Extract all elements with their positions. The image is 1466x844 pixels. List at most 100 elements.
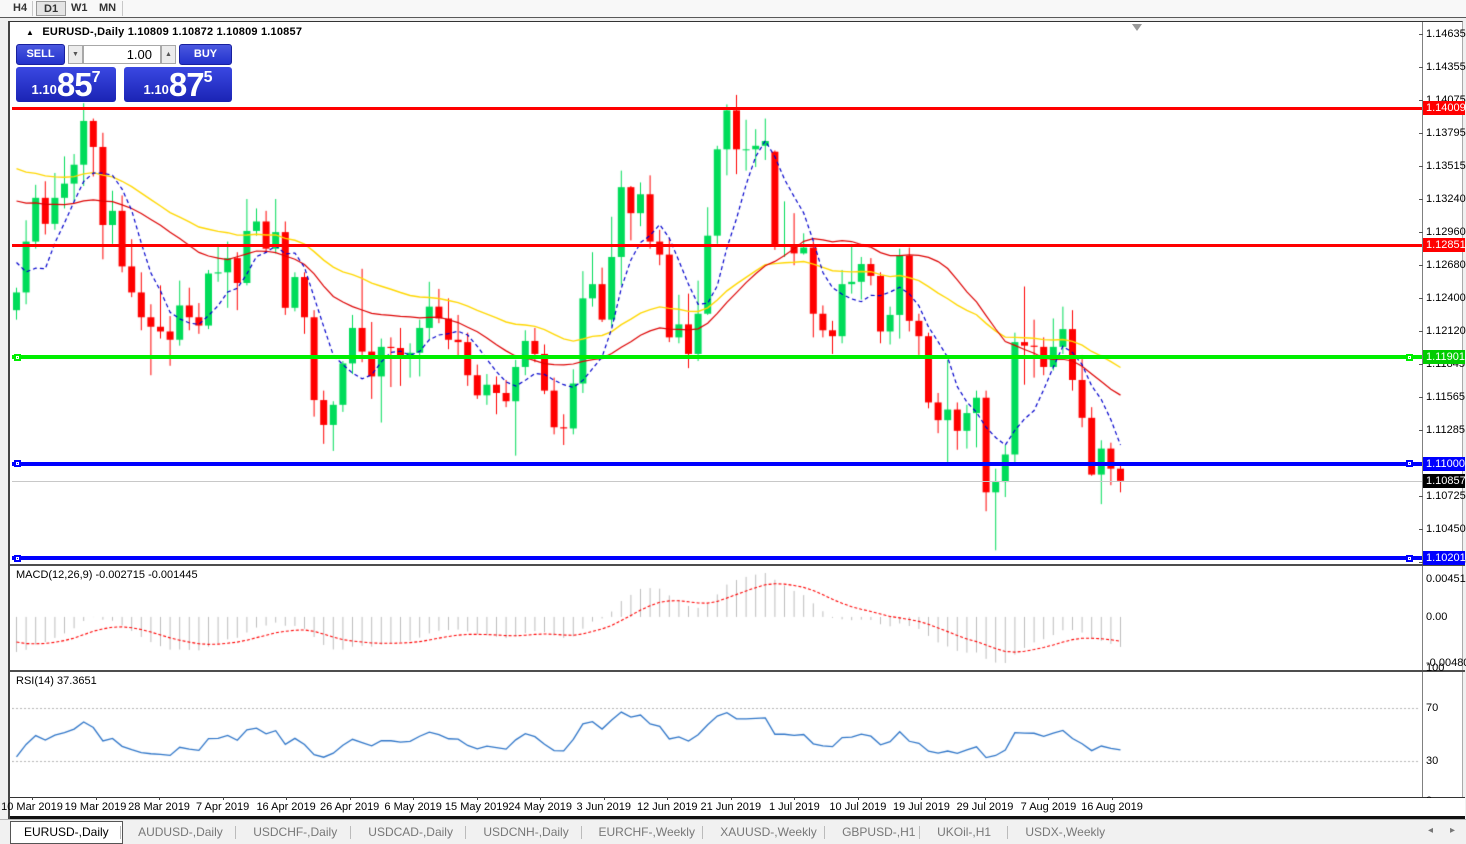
date-axis-label: 7 Apr 2019 xyxy=(195,801,250,813)
price-axis-tick-mark xyxy=(1419,265,1423,267)
price-axis-tick-mark xyxy=(1419,232,1423,234)
date-axis-tick-mark xyxy=(349,797,351,800)
symbol-tab-eurusd-daily[interactable]: EURUSD-,Daily xyxy=(10,821,123,844)
price-axis-tick: 1.13515 xyxy=(1426,160,1466,173)
price-line-tag-1.12851: 1.12851 xyxy=(1423,238,1466,252)
price-axis-tick-mark xyxy=(1419,397,1423,399)
line-handle[interactable] xyxy=(1406,554,1413,562)
rsi-pane-splitter[interactable] xyxy=(10,670,1465,672)
buy-price-big: 87 xyxy=(168,66,205,103)
line-handle[interactable] xyxy=(14,554,21,562)
date-axis-label: 24 May 2019 xyxy=(508,801,573,813)
date-axis-label: 7 Aug 2019 xyxy=(1020,801,1077,813)
date-axis-tick-mark xyxy=(413,797,415,800)
collapse-panel-icon[interactable]: ▲ xyxy=(26,28,34,37)
symbol-tab-eurchf-weekly[interactable]: EURCHF-,Weekly xyxy=(586,822,708,843)
sell-price-prefix: 1.10 xyxy=(31,82,57,97)
tab-separator xyxy=(465,826,467,839)
horizontal-line-1.10201[interactable] xyxy=(12,556,1422,561)
date-axis-label: 29 Jul 2019 xyxy=(956,801,1014,813)
toolbar-separator xyxy=(32,1,33,16)
volume-increase-icon[interactable]: ▲ xyxy=(161,45,176,64)
macd-indicator-label: MACD(12,26,9) -0.002715 -0.001445 xyxy=(16,569,198,581)
date-axis-tick-mark xyxy=(794,797,796,800)
date-axis-tick-mark xyxy=(857,797,859,800)
horizontal-line-1.12851[interactable] xyxy=(12,243,1422,247)
horizontal-line-1.11000[interactable] xyxy=(12,461,1422,466)
price-axis-tick: 1.13240 xyxy=(1426,193,1466,205)
tab-separator xyxy=(120,826,122,839)
date-axis-label: 19 Jul 2019 xyxy=(892,801,950,813)
rsi-axis-tick: 30 xyxy=(1426,755,1439,767)
price-axis-tick: 1.14635 xyxy=(1426,28,1466,40)
symbol-tab-bar: EURUSD-,Daily AUDUSD-,Daily USDCHF-,Daily U… xyxy=(0,819,1466,844)
tab-scroll-left-icon[interactable]: ◂ xyxy=(1428,825,1433,836)
date-axis-label: 16 Aug 2019 xyxy=(1081,801,1143,813)
sell-price-box[interactable]: 1.10 85 7 xyxy=(16,67,116,102)
price-line-tag-1.10201: 1.10201 xyxy=(1423,551,1466,566)
timeframe-button-w1[interactable]: W1 xyxy=(64,1,95,16)
date-axis-tick-mark xyxy=(1048,797,1050,800)
toolbar-separator xyxy=(122,1,123,16)
line-handle[interactable] xyxy=(1406,353,1413,361)
date-axis-tick-mark xyxy=(476,797,478,800)
timeframe-button-mn[interactable]: MN xyxy=(92,1,123,16)
date-axis: 10 Mar 2019 19 Mar 2019 28 Mar 2019 7 Apr 2… xyxy=(1,797,1465,816)
symbol-tab-gbpusd-h1[interactable]: GBPUSD-,H1 xyxy=(829,822,928,843)
symbol-tab-xauusd-weekly[interactable]: XAUUSD-,Weekly xyxy=(707,822,829,843)
volume-input[interactable] xyxy=(83,45,161,64)
trading-terminal: H4 D1 W1 MN ▲ EURUSD-,Daily 1.10809 1.10872… xyxy=(0,0,1466,844)
chart-ohlc-values: 1.10809 1.10872 1.10809 1.10857 xyxy=(127,26,303,38)
date-axis-label: 26 Apr 2019 xyxy=(319,801,380,813)
date-axis-label: 10 Jul 2019 xyxy=(829,801,887,813)
line-handle[interactable] xyxy=(14,353,21,361)
line-handle[interactable] xyxy=(14,460,21,468)
symbol-tab-ukoil-h1[interactable]: UKOil-,H1 xyxy=(924,822,1004,843)
price-axis-tick: 1.12680 xyxy=(1426,259,1466,272)
date-axis-tick-mark xyxy=(222,797,224,800)
date-axis-tick-mark xyxy=(667,797,669,800)
date-axis-label: 3 Jun 2019 xyxy=(576,801,631,813)
symbol-tab-usdchf-daily[interactable]: USDCHF-,Daily xyxy=(240,822,350,843)
date-axis-label: 21 Jun 2019 xyxy=(700,801,762,813)
price-axis-tick: 1.12400 xyxy=(1426,292,1466,305)
line-handle[interactable] xyxy=(1406,460,1413,468)
chart-title: ▲ EURUSD-,Daily 1.10809 1.10872 1.10809 … xyxy=(26,26,302,38)
date-axis-tick-mark xyxy=(159,797,161,800)
macd-pane-splitter[interactable] xyxy=(10,564,1465,566)
horizontal-line-1.11901[interactable] xyxy=(12,355,1422,360)
date-axis-label: 19 Mar 2019 xyxy=(64,801,127,813)
macd-axis-tick: 0.004517 xyxy=(1426,573,1466,585)
date-axis-tick-mark xyxy=(540,797,542,800)
horizontal-line-1.14009[interactable] xyxy=(12,106,1422,110)
symbol-tab-usdx-weekly[interactable]: USDX-,Weekly xyxy=(1012,822,1118,843)
date-axis-label: 10 Mar 2019 xyxy=(1,801,63,813)
buy-button[interactable]: BUY xyxy=(179,44,232,65)
date-axis-tick-mark xyxy=(984,797,986,800)
chart-shift-marker-icon[interactable] xyxy=(1132,24,1142,31)
tab-separator xyxy=(235,826,237,839)
date-axis-label: 6 May 2019 xyxy=(384,801,442,813)
price-line-tag-1.11000: 1.11000 xyxy=(1423,456,1465,471)
symbol-tab-audusd-daily[interactable]: AUDUSD-,Daily xyxy=(125,822,236,843)
price-axis-divider xyxy=(1422,22,1423,817)
tab-separator xyxy=(580,826,582,839)
timeframe-button-d1[interactable]: D1 xyxy=(36,1,67,16)
date-axis-tick-mark xyxy=(603,797,605,800)
sell-button[interactable]: SELL xyxy=(16,44,65,65)
symbol-tab-usdcnh-daily[interactable]: USDCNH-,Daily xyxy=(470,822,581,843)
price-axis-tick-mark xyxy=(1419,199,1423,200)
tab-separator xyxy=(824,826,826,839)
price-line-tag-1.11901: 1.11901 xyxy=(1423,350,1465,365)
tab-scroll-right-icon[interactable]: ▸ xyxy=(1450,825,1455,836)
volume-decrease-icon[interactable]: ▼ xyxy=(68,45,83,64)
timeframe-button-h4[interactable]: H4 xyxy=(6,1,34,16)
buy-price-box[interactable]: 1.10 87 5 xyxy=(124,67,232,102)
tab-separator xyxy=(350,826,352,839)
date-axis-tick-mark xyxy=(921,797,923,800)
symbol-tab-usdcad-daily[interactable]: USDCAD-,Daily xyxy=(355,822,466,843)
rsi-pane-canvas xyxy=(12,673,1422,798)
chart-symbol-label: EURUSD-,Daily xyxy=(42,26,125,38)
price-chart-canvas[interactable] xyxy=(12,23,1422,563)
date-axis-tick-mark xyxy=(730,797,732,800)
